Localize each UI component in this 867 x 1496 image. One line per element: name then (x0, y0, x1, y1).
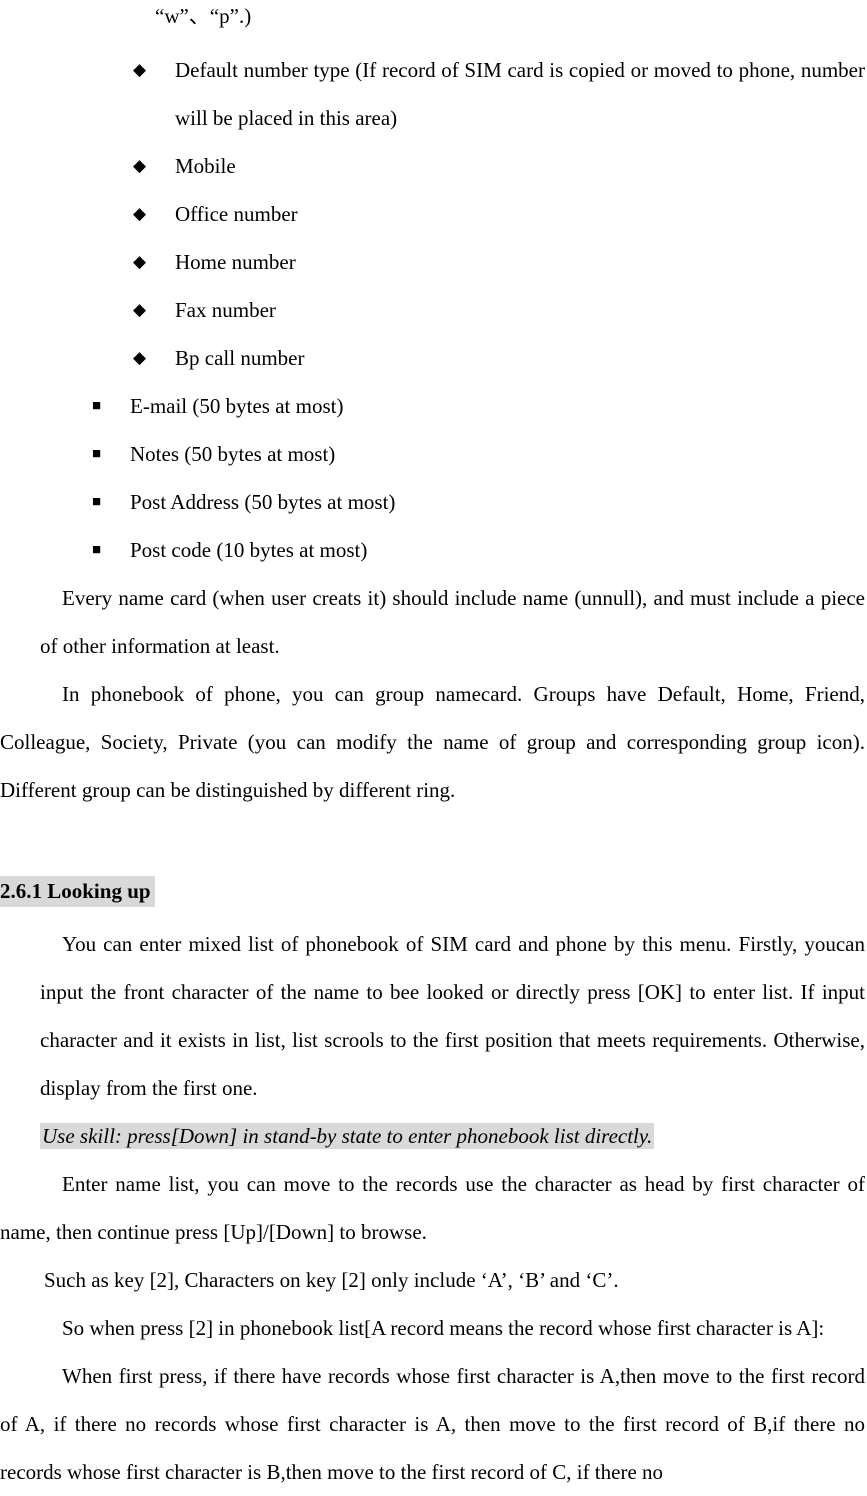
diamond-bullet-icon: ◆ (133, 60, 147, 79)
paragraph-lookup-intro: You can enter mixed list of phonebook of… (40, 932, 865, 1100)
section-heading: 2.6.1 Looking up (0, 876, 867, 907)
list-item: ◆ Home number (0, 238, 867, 286)
list-item-label: Fax number (175, 298, 276, 322)
list-item: ■ E-mail (50 bytes at most) (0, 382, 867, 430)
use-skill-tip-label: Use skill: press[Down] in stand-by state… (40, 1123, 655, 1149)
square-bullet-icon: ■ (92, 542, 102, 558)
list-item-label: Notes (50 bytes at most) (130, 442, 336, 466)
list-item-label: Bp call number (175, 346, 305, 370)
diamond-bullet-icon: ◆ (133, 252, 147, 271)
document-page: “w”、“p”.) ◆ Default number type (If reco… (0, 0, 867, 1484)
list-item: ■ Post Address (50 bytes at most) (0, 478, 867, 526)
number-type-list: ◆ Default number type (If record of SIM … (0, 46, 867, 382)
paragraph-key-example: Such as key [2], Characters on key [2] o… (44, 1268, 619, 1292)
diamond-bullet-icon: ◆ (133, 348, 147, 367)
diamond-bullet-icon: ◆ (133, 204, 147, 223)
list-item: ◆ Fax number (0, 286, 867, 334)
list-item: ■ Post code (10 bytes at most) (0, 526, 867, 574)
diamond-bullet-icon: ◆ (133, 156, 147, 175)
list-item: ◆ Default number type (If record of SIM … (0, 46, 867, 142)
paragraph-grouping: In phonebook of phone, you can group nam… (0, 682, 865, 802)
list-item-label: Home number (175, 250, 296, 274)
diamond-bullet-icon: ◆ (133, 300, 147, 319)
list-item-label: Office number (175, 202, 298, 226)
section-heading-label: 2.6.1 Looking up (0, 876, 155, 907)
square-bullet-icon: ■ (92, 494, 102, 510)
use-skill-tip: Use skill: press[Down] in stand-by state… (40, 1112, 867, 1160)
square-bullet-icon: ■ (92, 446, 102, 462)
list-item: ■ Notes (50 bytes at most) (0, 430, 867, 478)
list-item-label: E-mail (50 bytes at most) (130, 394, 344, 418)
paragraph-namecard-rule: Every name card (when user creats it) sh… (40, 586, 865, 658)
list-item: ◆ Office number (0, 190, 867, 238)
list-item-label: Mobile (175, 154, 236, 178)
paragraph-key-press-intro: So when press [2] in phonebook list[A re… (62, 1316, 825, 1340)
square-bullet-icon: ■ (92, 398, 102, 414)
paragraph-browse: Enter name list, you can move to the rec… (0, 1172, 865, 1244)
paragraph-first-press: When first press, if there have records … (0, 1364, 865, 1484)
list-item: ◆ Bp call number (0, 334, 867, 382)
list-item-label: Post Address (50 bytes at most) (130, 490, 396, 514)
list-item-label: Post code (10 bytes at most) (130, 538, 368, 562)
top-text-fragment: “w”、“p”.) (155, 4, 252, 28)
list-item-label: Default number type (If record of SIM ca… (175, 58, 865, 130)
field-list: ■ E-mail (50 bytes at most) ■ Notes (50 … (0, 382, 867, 574)
list-item: ◆ Mobile (0, 142, 867, 190)
